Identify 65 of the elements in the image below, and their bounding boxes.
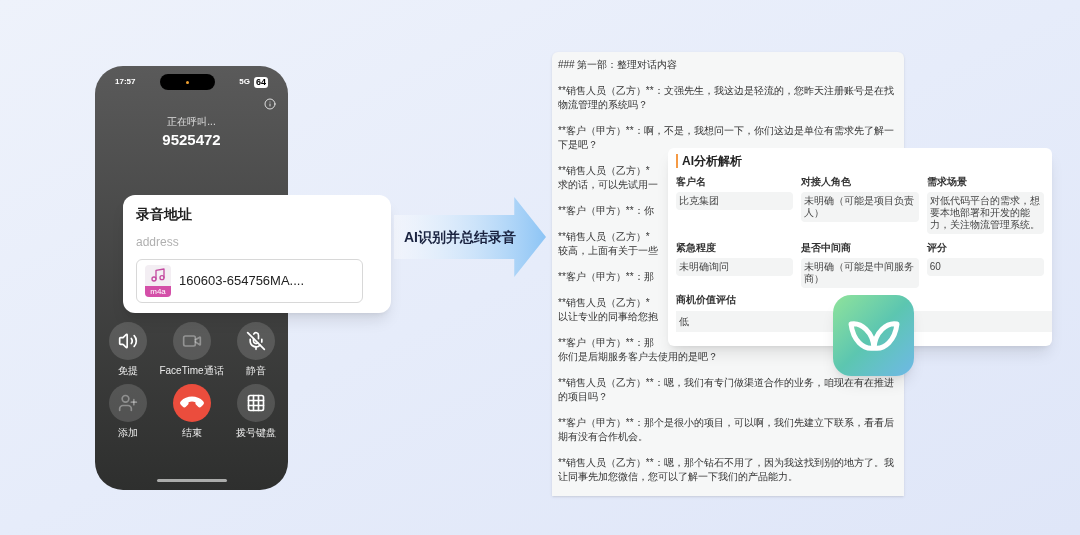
transcript-line: **销售人员（乙方）**：文强先生，我这边是轻流的，您昨天注册账号是在找: [558, 84, 894, 98]
info-icon[interactable]: [264, 98, 276, 110]
dynamic-island: [159, 74, 215, 90]
field-label: 对接人角色: [801, 175, 853, 189]
status-time: 17:57: [115, 76, 136, 88]
transcript-line: 的项目吗？: [558, 390, 608, 404]
accent-bar: [676, 154, 678, 168]
transcript-line: 物流管理的系统吗？: [558, 98, 648, 112]
transcript-line: ### 第一部：整理对话内容: [558, 58, 678, 72]
transcript-line: 期有没有合作机会。: [558, 430, 648, 444]
transcript-line: 让同事先加您微信，您可以了解一下我们的产品能力。: [558, 470, 798, 484]
field-value: 未明确（可能是项目负责人）: [801, 192, 919, 222]
transcript-line: **销售人员（乙方）**：嗯，那个钻石不用了，因为我这找到别的地方了。我: [558, 456, 894, 470]
transcript-line: 你们是后期服务客户去使用的是吧？: [558, 350, 718, 364]
field-value: 对低代码平台的需求，想要本地部署和开发的能力，关注物流管理系统。: [926, 192, 1044, 234]
panel-title: AI分析解析: [682, 153, 742, 170]
call-status: 正在呼叫...: [167, 115, 216, 129]
control-label: 免提: [117, 363, 138, 378]
transcript-line: **销售人员（乙方）*: [558, 164, 650, 178]
end-call-button[interactable]: [172, 383, 211, 422]
control-label: 结束: [181, 425, 202, 440]
call-control-button[interactable]: [236, 383, 275, 422]
call-control-button[interactable]: [236, 321, 275, 360]
transcript-line: **客户（甲方）**：啊，不是，我想问一下，你们这边是单位有需求先了解一: [558, 124, 894, 138]
control-label: FaceTime通话: [159, 363, 224, 378]
control-label: 静音: [245, 363, 266, 378]
network-label: 5G: [239, 76, 250, 88]
field-label: 评分: [926, 241, 948, 255]
mic-off-icon: [245, 330, 266, 351]
control-label: 拨号键盘: [235, 425, 276, 440]
field-value: 未明确（可能是中间服务商）: [801, 258, 919, 288]
transcript-line: 求的话，可以先试用一: [558, 178, 658, 192]
card-title: 录音地址: [136, 205, 193, 224]
transcript-line: **客户（甲方）**：那: [558, 336, 654, 350]
transcript-line: **销售人员（乙方）*: [558, 230, 650, 244]
field-label: 是否中间商: [801, 241, 853, 255]
keypad-icon: [245, 392, 266, 413]
control-label: 添加: [117, 425, 138, 440]
transcript-line: **客户（甲方）**：那: [558, 270, 654, 284]
transcript-line: 以让专业的同事给您抱: [558, 310, 658, 324]
transcript-line: **客户（甲方）**：你: [558, 204, 654, 218]
transcript-line: **销售人员（乙方）*: [558, 296, 650, 310]
transcript-line: 下是吧？: [558, 138, 598, 152]
transcript-line: **销售人员（乙方）**：嗯，我们有专门做渠道合作的业务，咱现在有在推进: [558, 376, 894, 390]
speaker-icon: [117, 330, 138, 351]
transcript-line: 较高，上面有关于一些: [558, 244, 658, 258]
file-chip[interactable]: m4a 160603-654756MA....: [136, 259, 363, 303]
battery-level: 64: [254, 76, 268, 88]
transcript-line: **客户（甲方）**：那个是很小的项目，可以啊，我们先建立下联系，看看后: [558, 416, 894, 430]
field-label: 客户名: [676, 175, 707, 189]
field-label: 需求场景: [926, 175, 968, 189]
file-type-label: m4a: [145, 286, 171, 297]
field-value: 60: [926, 258, 1044, 276]
add-person-icon: [117, 392, 138, 413]
arrow-label: AI识别并总结录音: [404, 227, 516, 247]
call-control-button[interactable]: [108, 321, 147, 360]
field-label: 商机价值评估: [676, 293, 737, 307]
field-label: 紧急程度: [676, 241, 717, 255]
address-field[interactable]: address: [136, 233, 378, 251]
phone-number: 9525472: [162, 130, 221, 150]
home-indicator: [156, 479, 227, 482]
music-note-icon: [150, 267, 166, 283]
field-value: 比克集团: [676, 192, 794, 210]
field-value: 未明确询问: [676, 258, 794, 276]
file-name: 160603-654756MA....: [179, 272, 305, 291]
